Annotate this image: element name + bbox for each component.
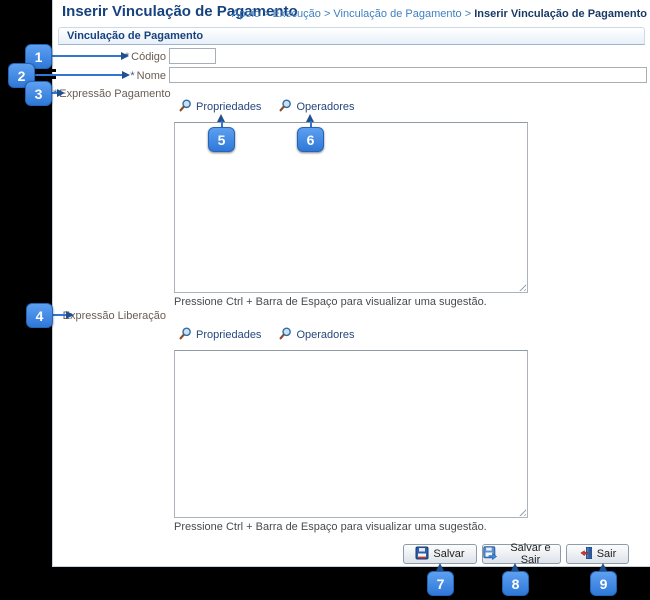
expressao-pagamento-hint: Pressione Ctrl + Barra de Espaço para vi… xyxy=(174,296,487,308)
save-icon xyxy=(415,546,429,563)
propriedades-link-liberacao[interactable]: Propriedades xyxy=(179,327,261,343)
callout-badge-3: 3 xyxy=(25,81,52,106)
callout-arrowhead-3 xyxy=(57,88,65,97)
callout-arrow-1 xyxy=(52,55,122,57)
expressao-liberacao-hint: Pressione Ctrl + Barra de Espaço para vi… xyxy=(174,521,487,533)
callout-badge-6: 6 xyxy=(297,127,324,152)
callout-arrowhead-2 xyxy=(122,70,130,79)
salvar-e-sair-button[interactable]: Salvar e Sair xyxy=(482,542,561,566)
operadores-link-liberacao[interactable]: Operadores xyxy=(279,327,355,343)
exit-door-icon xyxy=(579,546,593,563)
codigo-input[interactable] xyxy=(169,48,216,64)
screenshot-root: Inserir Vinculação de Pagamento Apoio > … xyxy=(0,0,650,600)
required-mark: * xyxy=(130,70,135,82)
magnifier-icon xyxy=(179,99,192,115)
content-page: Inserir Vinculação de Pagamento Apoio > … xyxy=(52,0,650,567)
callout-arrowhead-9 xyxy=(599,563,607,571)
callout-arrowhead-7 xyxy=(436,563,444,571)
operadores-link-pagamento[interactable]: Operadores xyxy=(279,99,355,115)
expressao-liberacao-textarea-wrap xyxy=(174,350,528,518)
save-exit-icon xyxy=(483,545,497,563)
breadcrumb-trail[interactable]: Apoio > Execução > Vinculação de Pagamen… xyxy=(232,8,474,20)
callout-arrowhead-4 xyxy=(66,310,74,319)
expressao-pagamento-label: * Expressão Pagamento xyxy=(53,88,171,100)
breadcrumb: Apoio > Execução > Vinculação de Pagamen… xyxy=(232,8,647,20)
callout-arrow-4 xyxy=(53,314,67,316)
expressao-liberacao-toolbar: Propriedades Operadores xyxy=(179,327,355,343)
magnifier-icon xyxy=(279,99,292,115)
codigo-label: * Código xyxy=(124,51,166,63)
propriedades-link-pagamento[interactable]: Propriedades xyxy=(179,99,261,115)
section-title: Vinculação de Pagamento xyxy=(67,30,204,42)
expressao-liberacao-textarea[interactable] xyxy=(174,350,528,518)
expressao-pagamento-toolbar: Propriedades Operadores xyxy=(179,99,355,115)
callout-badge-4: 4 xyxy=(26,303,53,328)
sair-button[interactable]: Sair xyxy=(566,544,629,564)
nome-label: * Nome xyxy=(130,70,166,82)
callout-badge-8: 8 xyxy=(502,571,529,596)
callout-arrowhead-8 xyxy=(511,563,519,571)
magnifier-icon xyxy=(179,327,192,343)
callout-badge-5: 5 xyxy=(208,127,235,152)
callout-badge-9: 9 xyxy=(590,571,617,596)
callout-badge-7: 7 xyxy=(427,571,454,596)
annotation-glitch-mark xyxy=(35,75,56,79)
magnifier-icon xyxy=(279,327,292,343)
section-header: Vinculação de Pagamento xyxy=(58,27,645,45)
annotation-glitch-mark xyxy=(35,68,56,72)
breadcrumb-current: Inserir Vinculação de Pagamento xyxy=(474,8,647,20)
salvar-button[interactable]: Salvar xyxy=(403,544,477,564)
nome-input[interactable] xyxy=(169,67,647,83)
callout-arrowhead-1 xyxy=(121,51,129,60)
